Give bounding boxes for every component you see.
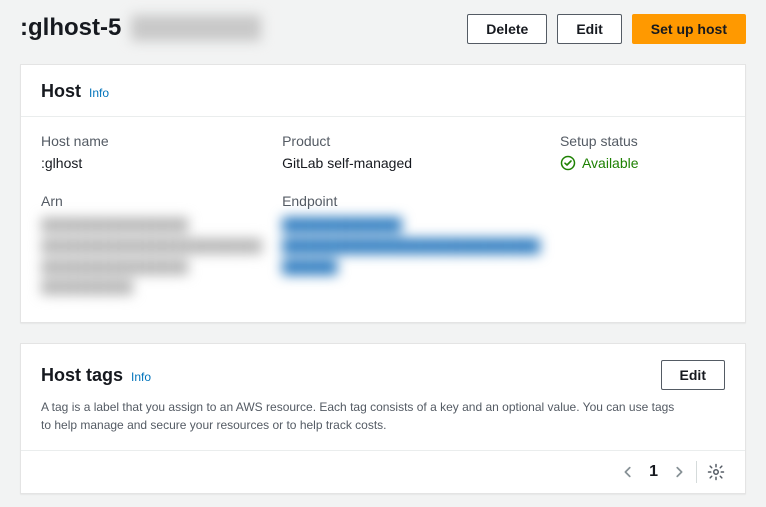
arn-field: Arn ████████████████████████████████████… [41,193,262,298]
gear-icon[interactable] [707,463,725,481]
edit-button[interactable]: Edit [557,14,621,44]
page-title: :glhost-5 [20,14,261,42]
host-tags-panel: Host tags Info Edit A tag is a label tha… [20,343,746,494]
endpoint-value-redacted: ████████████████████████████████████████… [282,215,540,277]
host-name-label: Host name [41,133,262,149]
host-tags-title: Host tags [41,365,123,386]
host-panel-title: Host [41,81,81,102]
status-field: Setup status Available [560,133,725,171]
status-value: Available [560,155,725,171]
product-field: Product GitLab self-managed [282,133,540,171]
host-panel: Host Info Host name :glhost Product GitL… [20,64,746,323]
pager-page-number: 1 [649,463,658,481]
divider [696,461,697,483]
endpoint-field: Endpoint ███████████████████████████████… [282,193,540,298]
product-label: Product [282,133,540,149]
page-header: :glhost-5 Delete Edit Set up host [20,0,746,64]
host-name-value: :glhost [41,155,262,171]
host-panel-body: Host name :glhost Product GitLab self-ma… [21,117,745,322]
host-tags-description: A tag is a label that you assign to an A… [41,398,681,434]
arn-value-redacted: ████████████████████████████████████████… [41,215,262,298]
redacted-title-suffix [131,15,261,41]
status-text: Available [582,155,639,171]
product-value: GitLab self-managed [282,155,540,171]
host-name-field: Host name :glhost [41,133,262,171]
delete-button[interactable]: Delete [467,14,547,44]
host-tags-header: Host tags Info Edit [21,344,745,398]
endpoint-label: Endpoint [282,193,540,209]
arn-label: Arn [41,193,262,209]
host-panel-header: Host Info [21,65,745,117]
host-info-link[interactable]: Info [89,86,109,100]
check-circle-icon [560,155,576,171]
host-tags-footer: 1 [21,451,745,493]
status-label: Setup status [560,133,725,149]
host-tags-info-link[interactable]: Info [131,370,151,384]
page-title-text: :glhost-5 [20,14,121,42]
edit-tags-button[interactable]: Edit [661,360,725,390]
setup-host-button[interactable]: Set up host [632,14,746,44]
pager: 1 [621,463,686,481]
header-actions: Delete Edit Set up host [467,14,746,44]
pager-prev-icon[interactable] [621,465,635,479]
pager-next-icon[interactable] [672,465,686,479]
